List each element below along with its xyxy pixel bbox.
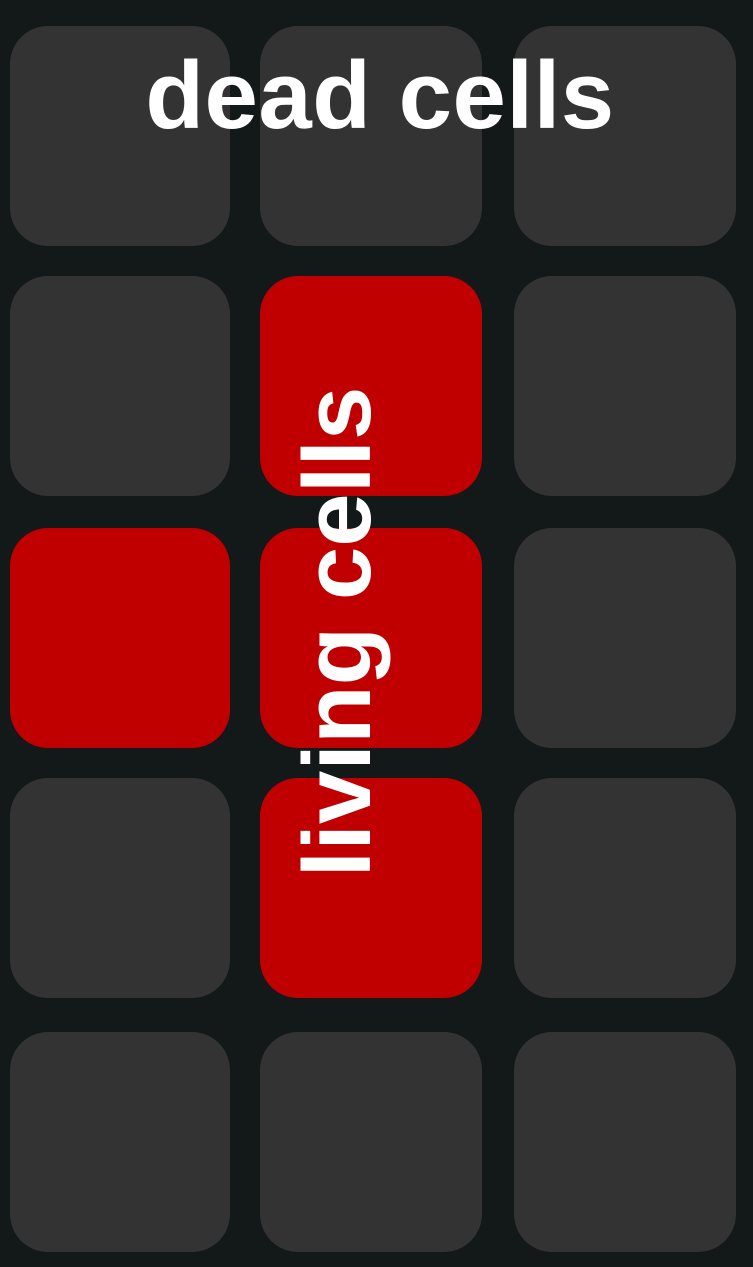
dead-cell[interactable]	[514, 1032, 736, 1252]
dead-cell[interactable]	[514, 276, 736, 496]
dead-cell[interactable]	[10, 1032, 230, 1252]
living-cell[interactable]	[10, 528, 230, 748]
dead-cells-label: dead cells	[145, 42, 615, 149]
dead-cell[interactable]	[10, 778, 230, 998]
dead-cell[interactable]	[514, 528, 736, 748]
dead-cell[interactable]	[260, 1032, 482, 1252]
living-cells-label: living cells	[284, 386, 391, 878]
dead-cell[interactable]	[514, 778, 736, 998]
dead-cell[interactable]	[10, 276, 230, 496]
